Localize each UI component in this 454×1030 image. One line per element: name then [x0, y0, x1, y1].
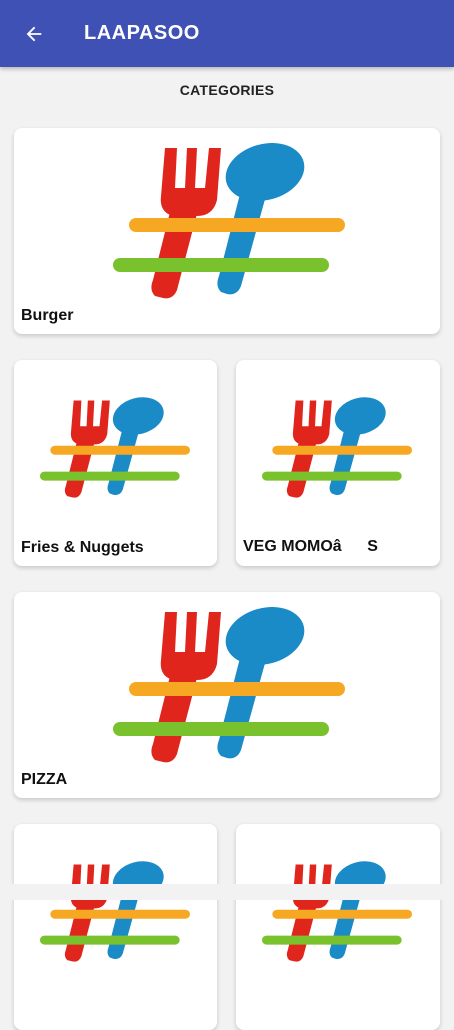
back-button[interactable]	[4, 0, 64, 67]
category-card-burger[interactable]: Burger	[14, 128, 440, 334]
category-label: Fries & Nuggets	[21, 539, 144, 556]
category-card-veg-momos[interactable]: VEG MOMOâS	[236, 360, 440, 566]
fork-spoon-hash-icon	[262, 391, 412, 498]
arrow-left-icon	[26, 26, 42, 41]
bottom-edge	[0, 884, 454, 900]
fork-spoon-hash-icon	[113, 604, 345, 763]
category-card-partial-right[interactable]	[236, 824, 440, 1030]
category-label: PIZZA	[21, 771, 68, 788]
app-bar: LAAPASOO	[0, 0, 454, 67]
category-card-pizza[interactable]: PIZZA	[14, 592, 440, 798]
category-card-fries-nuggets[interactable]: Fries & Nuggets	[14, 360, 217, 566]
fork-spoon-hash-icon	[262, 855, 412, 962]
category-label: VEG MOMOâS	[243, 538, 378, 555]
fork-spoon-hash-icon	[113, 140, 345, 299]
category-label: Burger	[21, 307, 74, 324]
category-card-partial-left[interactable]	[14, 824, 217, 1030]
fork-spoon-hash-icon	[40, 391, 190, 498]
app-title: LAAPASOO	[84, 22, 200, 44]
section-title: CATEGORIES	[179, 82, 275, 98]
fork-spoon-hash-icon	[40, 855, 190, 962]
